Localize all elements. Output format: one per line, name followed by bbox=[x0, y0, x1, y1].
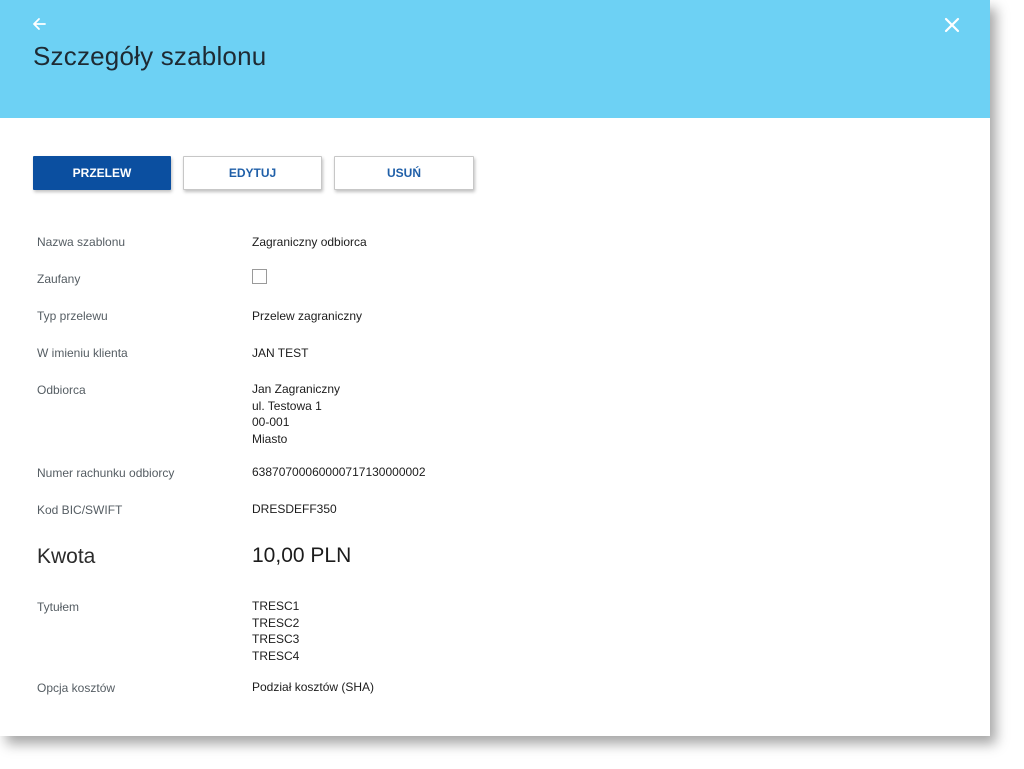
row-template-name: Nazwa szablonu Zagraniczny odbiorca bbox=[37, 234, 367, 251]
trusted-label: Zaufany bbox=[37, 272, 81, 286]
page: Szczegóły szablonu PRZELEW EDYTUJ USUŃ N… bbox=[0, 0, 1024, 769]
transfer-type-label: Typ przelewu bbox=[37, 309, 108, 323]
trusted-checkbox[interactable] bbox=[252, 269, 267, 284]
template-details-dialog: Szczegóły szablonu PRZELEW EDYTUJ USUŃ N… bbox=[0, 0, 990, 736]
amount-label: Kwota bbox=[37, 545, 96, 568]
row-title: Tytułem TRESC1 TRESC2 TRESC3 TRESC4 bbox=[37, 598, 299, 664]
title-label: Tytułem bbox=[37, 600, 80, 614]
row-recipient: Odbiorca Jan Zagraniczny ul. Testowa 1 0… bbox=[37, 381, 340, 447]
template-name-label: Nazwa szablonu bbox=[37, 235, 126, 249]
close-icon bbox=[944, 17, 960, 33]
row-bic: Kod BIC/SWIFT DRESDEFF350 bbox=[37, 502, 337, 518]
recipient-line: Jan Zagraniczny bbox=[252, 382, 341, 396]
delete-button[interactable]: USUŃ bbox=[334, 156, 474, 190]
bic-value: DRESDEFF350 bbox=[252, 502, 337, 516]
back-button[interactable] bbox=[30, 14, 50, 34]
recipient-value: Jan Zagraniczny ul. Testowa 1 00-001 Mia… bbox=[252, 381, 340, 447]
title-line: TRESC2 bbox=[252, 615, 300, 630]
arrow-left-icon bbox=[33, 18, 46, 30]
recipient-line: Miasto bbox=[252, 431, 288, 446]
dialog-header: Szczegóły szablonu bbox=[0, 0, 990, 118]
recipient-label: Odbiorca bbox=[37, 383, 86, 397]
action-toolbar: PRZELEW EDYTUJ USUŃ bbox=[33, 156, 474, 190]
bic-label: Kod BIC/SWIFT bbox=[37, 503, 123, 517]
template-name-value: Zagraniczny odbiorca bbox=[252, 235, 367, 249]
row-costs: Opcja kosztów Podział kosztów (SHA) bbox=[37, 680, 375, 696]
account-label: Numer rachunku odbiorcy bbox=[37, 466, 175, 480]
amount-value: 10,00 PLN bbox=[252, 544, 352, 567]
row-transfer-type: Typ przelewu Przelew zagraniczny bbox=[37, 309, 362, 325]
title-line: TRESC1 bbox=[252, 599, 300, 613]
edit-button[interactable]: EDYTUJ bbox=[183, 156, 322, 190]
row-client: W imieniu klienta JAN TEST bbox=[37, 346, 308, 362]
recipient-line: 00-001 bbox=[252, 415, 290, 429]
costs-label: Opcja kosztów bbox=[37, 681, 116, 695]
title-value: TRESC1 TRESC2 TRESC3 TRESC4 bbox=[252, 598, 299, 664]
row-account: Numer rachunku odbiorcy 6387070006000071… bbox=[37, 465, 426, 481]
transfer-type-value: Przelew zagraniczny bbox=[252, 309, 363, 323]
title-line: TRESC3 bbox=[252, 632, 300, 646]
row-amount: Kwota 10,00 PLN bbox=[37, 544, 352, 569]
costs-value: Podział kosztów (SHA) bbox=[252, 680, 375, 694]
transfer-button[interactable]: PRZELEW bbox=[33, 156, 171, 190]
title-line: TRESC4 bbox=[252, 648, 300, 663]
client-value: JAN TEST bbox=[252, 346, 309, 360]
row-trusted: Zaufany bbox=[37, 269, 267, 286]
recipient-line: ul. Testowa 1 bbox=[252, 398, 322, 413]
page-title: Szczegóły szablonu bbox=[33, 41, 267, 71]
account-value: 63870700060000717130000002 bbox=[252, 465, 426, 479]
client-label: W imieniu klienta bbox=[37, 346, 128, 360]
close-button[interactable] bbox=[941, 14, 963, 36]
